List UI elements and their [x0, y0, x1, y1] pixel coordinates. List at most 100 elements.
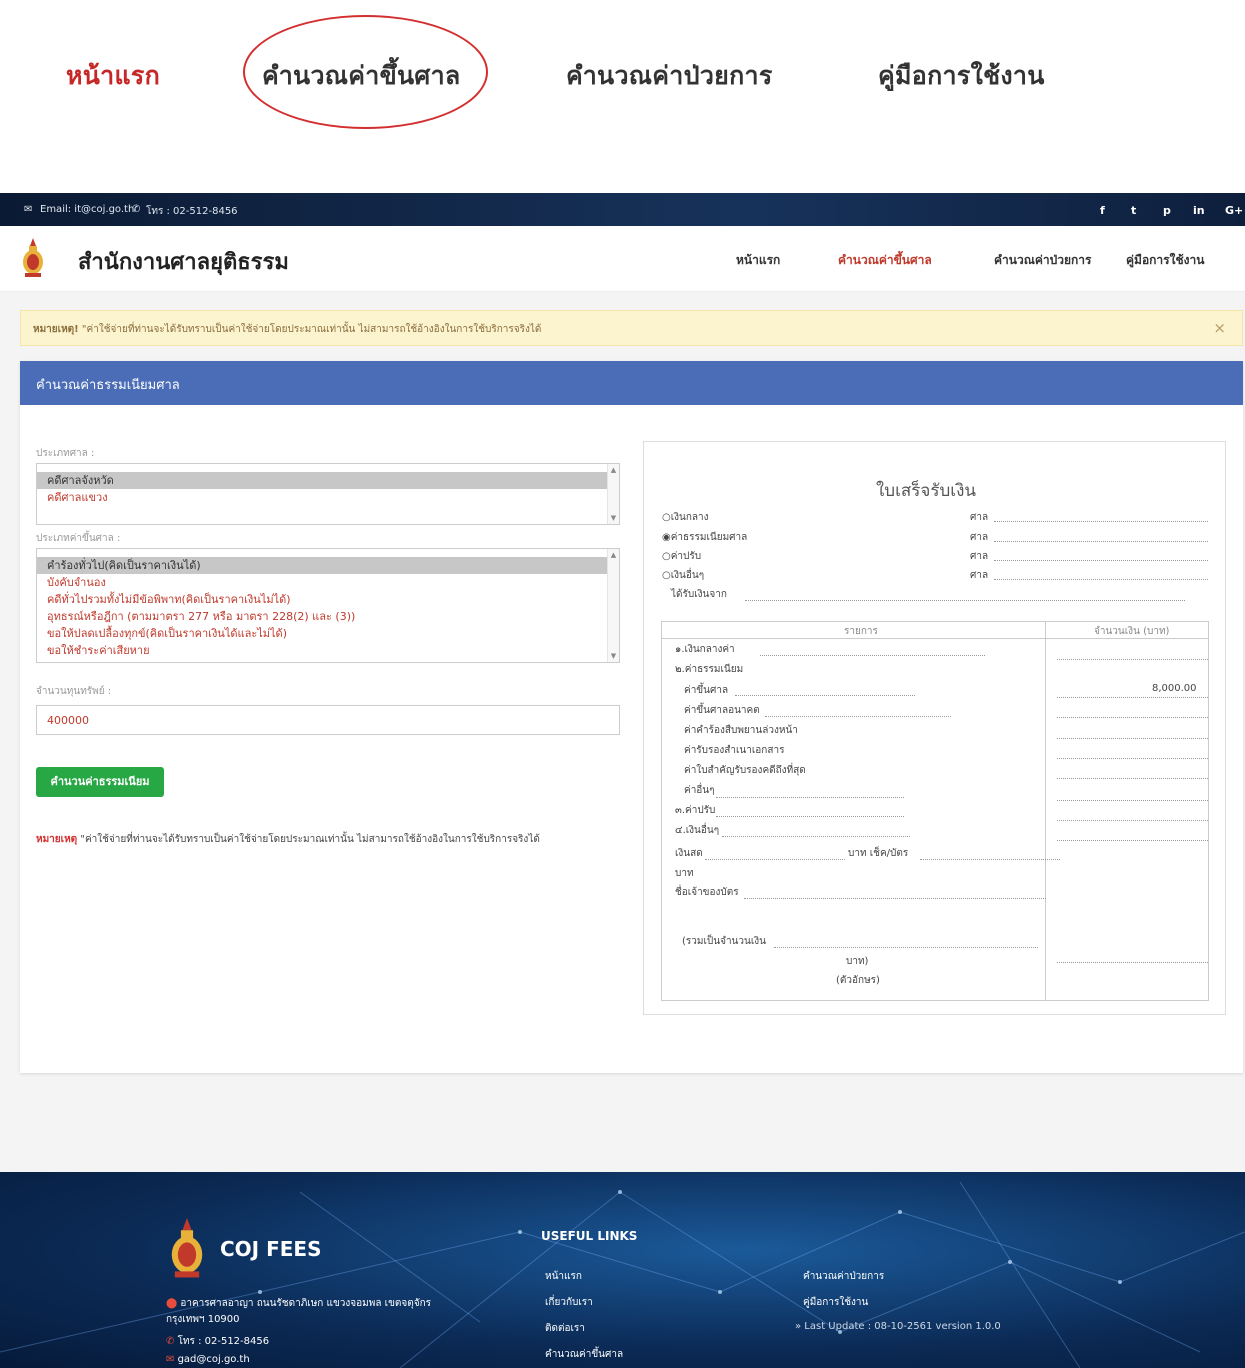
- radio-other-money[interactable]: ○เงินอื่นๆ: [662, 568, 704, 583]
- fee-type-label: ประเภทค่าขึ้นศาล :: [36, 533, 121, 544]
- dotted-line: [765, 716, 951, 717]
- receipt-row: ค่าคำร้องสืบพยานล่วงหน้า: [684, 725, 798, 736]
- footer-link-court-fee[interactable]: คำนวณค่าขึ้นศาล: [545, 1347, 623, 1362]
- footer-link-contact[interactable]: ติดต่อเรา: [545, 1321, 585, 1336]
- site-title: สำนักงานศาลยุติธรรม: [78, 250, 289, 275]
- dotted-line: [1057, 778, 1208, 779]
- footer-title: COJ FEES: [220, 1237, 322, 1261]
- dotted-line: [994, 521, 1208, 522]
- footer-email[interactable]: ✉ gad@coj.go.th: [166, 1354, 250, 1365]
- radio-central-money[interactable]: ○เงินกลาง: [662, 510, 709, 525]
- court-type-option[interactable]: คดีศาลจังหวัด: [37, 472, 619, 489]
- receipt-title: ใบเสร็จรับเงิน: [876, 481, 977, 501]
- radio-court-fee[interactable]: ◉ค่าธรรมเนียมศาล: [662, 530, 747, 545]
- dotted-line: [774, 947, 1038, 948]
- pinterest-icon[interactable]: p: [1163, 204, 1171, 217]
- footer-emblem-logo: [171, 1218, 203, 1278]
- alert-text: "ค่าใช้จ่ายที่ท่านจะได้รับทราบเป็นค่าใช้…: [78, 324, 542, 335]
- baht-cheque-label: บาท เช็ค/บัตร: [848, 848, 909, 859]
- dotted-line: [744, 898, 1046, 899]
- callout-nav-home[interactable]: หน้าแรก: [66, 56, 160, 96]
- dotted-line: [716, 816, 904, 817]
- dotted-line: [1057, 800, 1208, 801]
- dotted-line: [1057, 738, 1208, 739]
- fee-type-option[interactable]: อุทธรณ์หรือฎีกา (ตามมาตรา 277 หรือ มาตรา…: [37, 608, 619, 625]
- capital-label: จำนวนทุนทรัพย์ :: [36, 686, 112, 697]
- dotted-line: [1057, 758, 1208, 759]
- court-word: ศาล: [970, 532, 989, 543]
- callout-nav-manual[interactable]: คู่มือการใช้งาน: [878, 56, 1045, 96]
- court-word: ศาล: [970, 512, 989, 523]
- dotted-line: [1057, 962, 1208, 963]
- court-type-select[interactable]: คดีศาลจังหวัด คดีศาลแขวง ▲ ▼: [36, 463, 620, 525]
- footer-link-home[interactable]: หน้าแรก: [545, 1269, 582, 1284]
- radio-empty-icon: ○: [662, 512, 671, 523]
- court-type-option[interactable]: คดีศาลแขวง: [37, 489, 619, 506]
- close-icon[interactable]: ×: [1213, 319, 1226, 337]
- receipt-row: ๑.เงินกลางค่า: [675, 644, 735, 655]
- phone-icon: ✆: [166, 1336, 178, 1347]
- fee-type-option[interactable]: ขอให้ชำระค่าเสียหาย: [37, 642, 619, 659]
- note-label: หมายเหตุ: [36, 834, 78, 845]
- col-item-header: รายการ: [844, 626, 878, 637]
- warning-alert: หมายเหตุ! "ค่าใช้จ่ายที่ท่านจะได้รับทราบ…: [20, 310, 1243, 346]
- callout-nav-sickness-fee[interactable]: คำนวณค่าป่วยการ: [566, 56, 773, 96]
- baht-label: บาท: [675, 868, 694, 879]
- nav-sickness-fee[interactable]: คำนวณค่าป่วยการ: [994, 251, 1091, 270]
- receipt-row: ๔.เงินอื่นๆ: [675, 825, 720, 836]
- court-emblem-logo[interactable]: [22, 236, 44, 278]
- footer-link-manual[interactable]: คู่มือการใช้งาน: [803, 1295, 868, 1310]
- court-word: ศาล: [970, 570, 989, 581]
- fee-type-select[interactable]: คำร้องทั่วไป(คิดเป็นราคาเงินได้) บังคับจ…: [36, 548, 620, 663]
- dotted-line: [1057, 659, 1208, 660]
- scrollbar[interactable]: ▲ ▼: [607, 549, 619, 662]
- dotted-line: [994, 560, 1208, 561]
- receipt-row: ค่าขึ้นศาลอนาคต: [684, 705, 760, 716]
- envelope-icon: ✉: [24, 204, 33, 215]
- radio-checked-icon: ◉: [662, 532, 671, 543]
- topbar-phone: โทร : 02-512-8456: [146, 206, 238, 217]
- dotted-line: [735, 695, 915, 696]
- footer-link-about[interactable]: เกี่ยวกับเรา: [545, 1295, 593, 1310]
- receipt-row: ๒.ค่าธรรมเนียม: [675, 664, 744, 675]
- twitter-icon[interactable]: t: [1131, 204, 1136, 217]
- dotted-line: [705, 859, 845, 860]
- court-fee-amount: 8,000.00: [1152, 683, 1197, 694]
- dotted-line: [1057, 820, 1208, 821]
- receipt-row: ค่ารับรองสำเนาเอกสาร: [684, 745, 785, 756]
- footer-phone: ✆ โทร : 02-512-8456: [166, 1336, 270, 1347]
- highlight-ellipse: [243, 15, 488, 129]
- table-divider: [1045, 621, 1046, 1001]
- dotted-line: [716, 797, 904, 798]
- receipt-row: ๓.ค่าปรับ: [675, 805, 716, 816]
- envelope-icon: ✉: [166, 1354, 178, 1365]
- facebook-icon[interactable]: f: [1100, 204, 1105, 217]
- total-baht-label: บาท): [846, 956, 869, 967]
- panel-title: คำนวณค่าธรรมเนียมศาล: [36, 378, 180, 393]
- nav-manual[interactable]: คู่มือการใช้งาน: [1126, 251, 1204, 270]
- received-from-label: ได้รับเงินจาก: [671, 589, 727, 600]
- calculate-fee-button[interactable]: คำนวนค่าธรรมเนียม: [36, 767, 164, 797]
- useful-links-heading: USEFUL LINKS: [541, 1229, 638, 1243]
- footer-link-sickness-fee[interactable]: คำนวณค่าป่วยการ: [803, 1269, 884, 1284]
- radio-fine[interactable]: ○ค่าปรับ: [662, 549, 701, 564]
- capital-input[interactable]: 400000: [36, 705, 620, 735]
- topbar-email[interactable]: Email: it@coj.go.th: [40, 204, 134, 215]
- nav-court-fee[interactable]: คำนวณค่าขึ้นศาล: [838, 251, 932, 270]
- fee-type-option[interactable]: บังคับจำนอง: [37, 574, 619, 591]
- radio-empty-icon: ○: [662, 551, 671, 562]
- nav-home[interactable]: หน้าแรก: [736, 251, 780, 270]
- linkedin-icon[interactable]: in: [1193, 204, 1205, 217]
- fee-type-option[interactable]: คดีทั่วไปรวมทั้งไม่มีข้อพิพาท(คิดเป็นราค…: [37, 591, 619, 608]
- dotted-line: [1057, 840, 1208, 841]
- fee-type-option[interactable]: ขอให้ปลดเปลื้องทุกข์(คิดเป็นราคาเงินได้แ…: [37, 625, 619, 642]
- col-amount-header: จำนวนเงิน (บาท): [1094, 626, 1170, 637]
- note-text: "ค่าใช้จ่ายที่ท่านจะได้รับทราบเป็นค่าใช้…: [77, 834, 540, 845]
- court-type-label: ประเภทศาล :: [36, 448, 95, 459]
- dotted-line: [760, 655, 985, 656]
- fee-type-option[interactable]: คำร้องทั่วไป(คิดเป็นราคาเงินได้): [37, 557, 619, 574]
- google-plus-icon[interactable]: G+: [1225, 204, 1243, 217]
- scrollbar[interactable]: ▲ ▼: [607, 464, 619, 524]
- court-word: ศาล: [970, 551, 989, 562]
- dotted-line: [994, 579, 1208, 580]
